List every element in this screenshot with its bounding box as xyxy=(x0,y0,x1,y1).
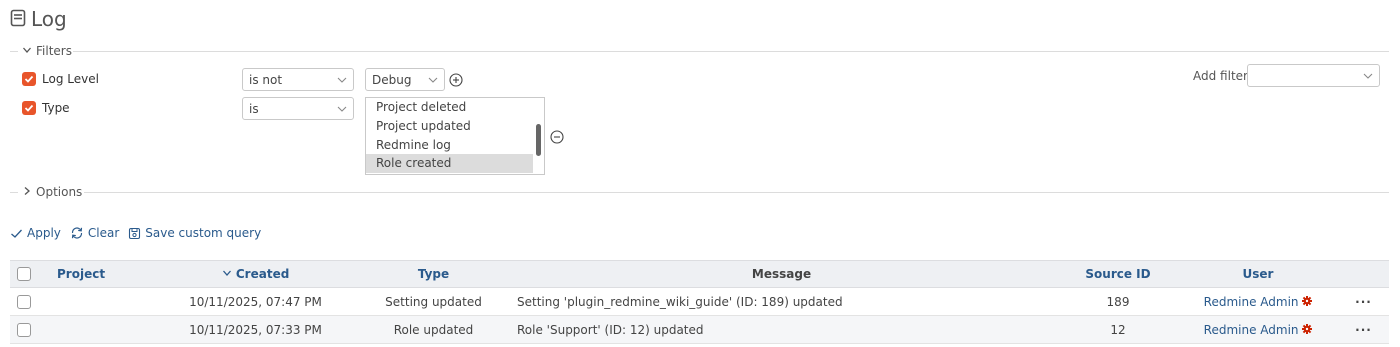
cell-user: Redmine Admin xyxy=(1178,315,1338,344)
column-header-created-label: Created xyxy=(235,267,290,281)
log-level-value-select[interactable]: Debug xyxy=(365,68,445,91)
column-header-source-id[interactable]: Source ID xyxy=(1058,260,1178,288)
check-icon xyxy=(11,229,22,238)
clear-label: Clear xyxy=(87,226,120,240)
filters-legend-label: Filters xyxy=(36,44,72,58)
options-divider-left xyxy=(10,192,18,193)
chevron-down-icon xyxy=(1363,73,1373,79)
cell-project xyxy=(44,287,149,316)
column-header-type[interactable]: Type xyxy=(362,260,505,288)
listbox-option-selected[interactable]: Role created xyxy=(366,154,533,174)
minus-circle-icon[interactable] xyxy=(550,130,564,147)
options-legend-label: Options xyxy=(36,185,83,199)
cell-message: Setting 'plugin_redmine_wiki_guide' (ID:… xyxy=(505,287,1058,316)
user-link[interactable]: Redmine Admin xyxy=(1204,295,1299,309)
column-header-created[interactable]: Created xyxy=(149,260,362,288)
log-icon xyxy=(10,9,26,30)
options-divider xyxy=(84,192,1389,193)
chevron-right-icon xyxy=(22,185,32,199)
select-all-checkbox[interactable] xyxy=(17,267,31,281)
admin-badge-icon xyxy=(1302,295,1313,309)
chevron-down-icon xyxy=(337,77,347,83)
save-icon xyxy=(129,227,141,239)
table-row: 10/11/2025, 07:47 PM Setting updated Set… xyxy=(10,287,1389,316)
column-header-user[interactable]: User xyxy=(1178,260,1338,288)
cell-source-id: 189 xyxy=(1058,287,1178,316)
user-link[interactable]: Redmine Admin xyxy=(1204,323,1299,337)
row-checkbox[interactable] xyxy=(17,294,31,309)
log-level-checkbox[interactable] xyxy=(22,72,36,86)
filters-legend[interactable]: Filters xyxy=(22,44,72,58)
filters-divider-left xyxy=(10,51,18,52)
column-header-menu xyxy=(1338,260,1389,288)
add-filter-label: Add filter xyxy=(1193,69,1248,83)
refresh-icon xyxy=(71,227,82,239)
plus-circle-icon[interactable] xyxy=(449,73,463,90)
table-header-row: Project Created Type Message Source ID U… xyxy=(10,260,1389,288)
log-level-operator-select[interactable]: is not xyxy=(242,68,354,91)
page-title: Log xyxy=(31,7,67,31)
cell-source-id[interactable]: 12 xyxy=(1058,315,1178,344)
filter-type: Type xyxy=(22,101,70,115)
column-header-message: Message xyxy=(505,260,1058,288)
cell-message: Role 'Support' (ID: 12) updated xyxy=(505,315,1058,344)
save-query-label: Save custom query xyxy=(145,226,262,240)
listbox-option[interactable]: Project deleted xyxy=(366,98,533,117)
cell-type: Setting updated xyxy=(362,287,505,316)
listbox-option[interactable]: Redmine log xyxy=(366,136,533,155)
row-checkbox[interactable] xyxy=(17,322,31,337)
cell-created: 10/11/2025, 07:47 PM xyxy=(149,287,362,316)
add-filter-select[interactable] xyxy=(1247,64,1380,87)
apply-label: Apply xyxy=(27,226,61,240)
listbox-option[interactable]: Project updated xyxy=(366,117,533,136)
column-header-message-label: Message xyxy=(751,267,812,281)
clear-button[interactable]: Clear xyxy=(70,226,119,240)
row-menu-button[interactable]: ··· xyxy=(1338,287,1389,316)
admin-badge-icon xyxy=(1302,323,1313,337)
save-query-button[interactable]: Save custom query xyxy=(128,226,261,240)
chevron-down-icon xyxy=(337,106,347,112)
column-header-type-label: Type xyxy=(417,267,450,281)
log-level-label: Log Level xyxy=(42,72,99,86)
select-all-cell xyxy=(10,260,44,288)
cell-created: 10/11/2025, 07:33 PM xyxy=(149,315,362,344)
table-row: 10/11/2025, 07:33 PM Role updated Role '… xyxy=(10,315,1389,344)
type-label: Type xyxy=(42,101,70,115)
column-header-project[interactable]: Project xyxy=(44,260,149,288)
type-operator-value: is xyxy=(249,101,259,116)
column-header-source-id-label: Source ID xyxy=(1085,267,1151,281)
column-header-user-label: User xyxy=(1242,267,1274,281)
log-level-value: Debug xyxy=(372,72,412,87)
page-title-block: Log xyxy=(10,7,67,31)
log-table: Project Created Type Message Source ID U… xyxy=(10,260,1389,344)
cell-project xyxy=(44,315,149,344)
chevron-down-icon xyxy=(222,267,232,281)
apply-button[interactable]: Apply xyxy=(10,226,61,240)
type-checkbox[interactable] xyxy=(22,101,36,115)
type-operator-select[interactable]: is xyxy=(242,97,354,120)
listbox-scrollbar[interactable] xyxy=(536,124,541,156)
filters-divider xyxy=(73,51,1389,52)
cell-type: Role updated xyxy=(362,315,505,344)
chevron-down-icon xyxy=(428,77,438,83)
column-header-project-label: Project xyxy=(57,267,106,281)
options-legend[interactable]: Options xyxy=(22,185,82,199)
query-actions: Apply Clear Save custom query xyxy=(10,226,265,240)
log-level-operator-value: is not xyxy=(249,72,283,87)
type-values-listbox[interactable]: Project deleted Project updated Redmine … xyxy=(365,97,545,175)
chevron-down-icon xyxy=(22,44,32,58)
cell-user: Redmine Admin xyxy=(1178,287,1338,316)
row-menu-button[interactable]: ··· xyxy=(1338,315,1389,344)
filter-log-level: Log Level xyxy=(22,72,99,86)
